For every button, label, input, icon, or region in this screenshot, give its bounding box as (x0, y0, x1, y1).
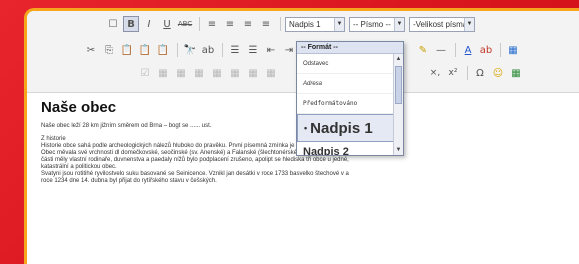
bold-button[interactable]: B (123, 16, 139, 32)
font-select[interactable]: -- Písmo -- ▼ (349, 16, 405, 32)
strikethrough-button[interactable]: ABC (177, 16, 193, 32)
toolbar-row-2-right: ✎ — A ab ▦ (415, 40, 523, 60)
tool-icon[interactable]: ▦ (209, 65, 225, 81)
chevron-down-icon[interactable]: ▼ (464, 17, 474, 31)
font-size-select-value: -Velikost písma- (413, 19, 464, 29)
tool-icon[interactable]: ▦ (155, 65, 171, 81)
toolbar-separator (199, 17, 200, 31)
toolbar-row-2: ✂ ⎘ 📋 📋 📋 🔭 ab ☰ ☰ ⇤ ⇥ (83, 40, 299, 60)
tool-icon[interactable]: ▦ (173, 65, 189, 81)
tool-icon[interactable]: ▦ (227, 65, 243, 81)
toolbar-separator (467, 66, 468, 80)
scroll-down-icon[interactable]: ▼ (394, 145, 403, 155)
numbered-list-icon[interactable]: ☰ (227, 42, 243, 58)
background-color-icon[interactable]: ab (478, 42, 494, 58)
highlight-icon[interactable]: ✎ (415, 42, 431, 58)
scrollbar-thumb[interactable] (395, 66, 402, 104)
history-line: katastrální a politickou obec. (41, 164, 117, 170)
toolbar-separator (455, 43, 456, 57)
font-size-select[interactable]: -Velikost písma- ▼ (409, 16, 475, 32)
align-right-icon[interactable]: ≡ (240, 16, 256, 32)
selected-marker-icon: • (304, 123, 308, 133)
subscript-button[interactable]: ×, (427, 65, 443, 81)
chevron-down-icon[interactable]: ▼ (394, 17, 404, 31)
chevron-down-icon[interactable]: ▼ (334, 17, 344, 31)
new-page-icon[interactable]: ☐ (105, 16, 121, 32)
toolbar-row-1: ☐ B I U ABC ≡ ≡ ≡ ≡ Nadpis 1 ▼ -- Písmo … (105, 14, 479, 34)
format-option-heading-1-label: Nadpis 1 (310, 119, 373, 137)
history-line: části měly vlastní rodinaře, duvnenstva … (41, 157, 349, 163)
toolbar-separator (177, 43, 178, 57)
copy-icon[interactable]: ⎘ (101, 42, 117, 58)
toolbar-row-3-right: ×, x² Ω ☺ ▦ (427, 63, 526, 83)
paste-icon[interactable]: 📋 (119, 42, 135, 58)
history-line: roce 1234 dne 14. dubna byl přijat do ry… (41, 178, 217, 184)
paste-text-icon[interactable]: 📋 (137, 42, 153, 58)
editor-window: ☐ B I U ABC ≡ ≡ ≡ ≡ Nadpis 1 ▼ -- Písmo … (24, 8, 579, 264)
toolbar-row-3: ☑ ▦ ▦ ▦ ▦ ▦ ▦ ▦ (137, 63, 281, 83)
align-justify-icon[interactable]: ≡ (258, 16, 274, 32)
cut-icon[interactable]: ✂ (83, 42, 99, 58)
history-line: Svatyni jsou rotitihé ryvilostvelo suku … (41, 171, 349, 177)
indent-icon[interactable]: ⇥ (281, 42, 297, 58)
tool-icon[interactable]: ▦ (191, 65, 207, 81)
tool-icon[interactable]: ▦ (263, 65, 279, 81)
bullet-list-icon[interactable]: ☰ (245, 42, 261, 58)
tool-icon[interactable]: ▦ (245, 65, 261, 81)
spellcheck-icon[interactable]: ☑ (137, 65, 153, 81)
superscript-button[interactable]: x² (445, 65, 461, 81)
underline-button[interactable]: U (159, 16, 175, 32)
format-select[interactable]: Nadpis 1 ▼ (285, 16, 345, 32)
format-option-paragraph[interactable]: Odstavec (297, 54, 403, 74)
format-option-heading-1[interactable]: • Nadpis 1 (297, 114, 403, 142)
special-char-icon[interactable]: Ω (472, 65, 488, 81)
scroll-up-icon[interactable]: ▲ (394, 54, 403, 64)
text-color-icon[interactable]: A (460, 42, 476, 58)
toolbar-separator (500, 43, 501, 57)
dropdown-header: -- Formát -- (297, 42, 403, 54)
format-select-value: Nadpis 1 (289, 19, 321, 29)
format-option-preformatted[interactable]: Předformátováno (297, 94, 403, 114)
find-icon[interactable]: 🔭 (182, 42, 198, 58)
dropdown-scrollbar[interactable]: ▲ ▼ (393, 54, 403, 155)
format-dropdown[interactable]: -- Formát -- Odstavec Adresa Předformáto… (296, 41, 404, 156)
table-icon[interactable]: ▦ (505, 42, 521, 58)
replace-icon[interactable]: ab (200, 42, 216, 58)
toolbar-separator (222, 43, 223, 57)
format-option-heading-2[interactable]: Nadpis 2 (297, 142, 403, 156)
format-option-address[interactable]: Adresa (297, 74, 403, 94)
horizontal-rule-icon[interactable]: — (433, 42, 449, 58)
outdent-icon[interactable]: ⇤ (263, 42, 279, 58)
align-left-icon[interactable]: ≡ (204, 16, 220, 32)
italic-button[interactable]: I (141, 16, 157, 32)
font-select-value: -- Písmo -- (353, 19, 391, 29)
paste-word-icon[interactable]: 📋 (155, 42, 171, 58)
toolbar-separator (280, 17, 281, 31)
align-center-icon[interactable]: ≡ (222, 16, 238, 32)
page-break-icon[interactable]: ▦ (508, 65, 524, 81)
smiley-icon[interactable]: ☺ (490, 65, 506, 81)
